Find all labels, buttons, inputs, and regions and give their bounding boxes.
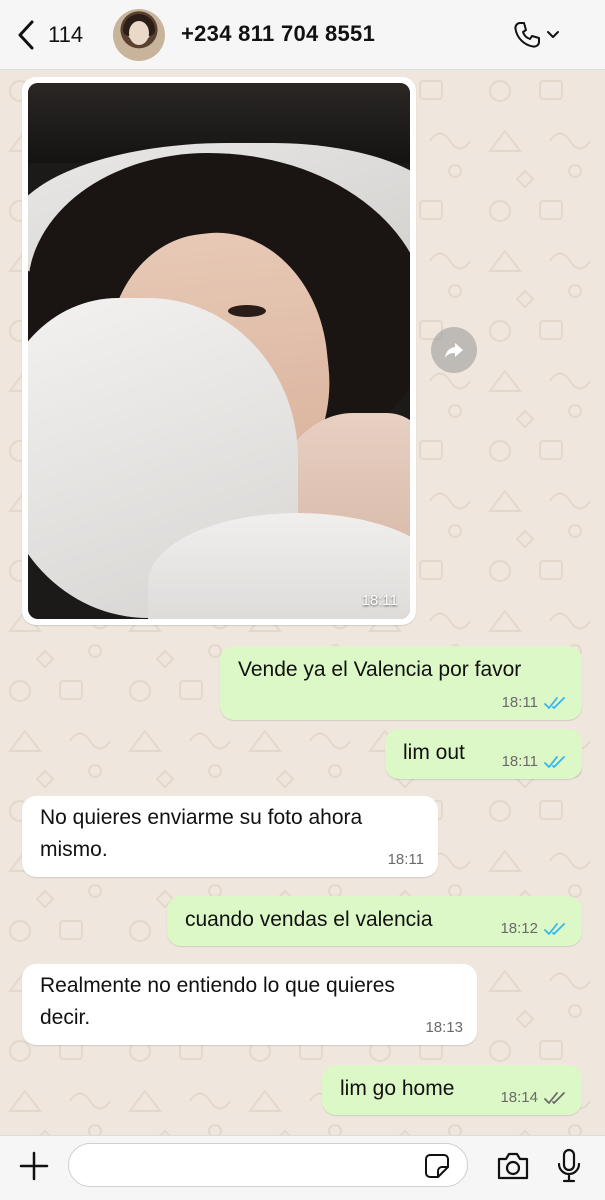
unread-count: 114 [48,22,84,47]
microphone-icon[interactable] [556,1148,582,1184]
camera-icon[interactable] [495,1150,531,1182]
incoming-message[interactable]: Realmente no entiendo lo que quieres dec… [22,964,477,1045]
composer-bar [0,1135,605,1200]
message-text: Realmente no entiendo lo que quieres [40,974,395,997]
back-button[interactable]: 114 [14,18,83,52]
message-time: 18:14 [500,1089,538,1106]
sticker-icon[interactable] [424,1153,450,1179]
message-text: decir. [40,1006,91,1029]
message-text: No quieres enviarme su foto ahora [40,806,363,829]
incoming-photo-message[interactable]: 18:11 [22,77,416,625]
chat-header: 114 +234 811 704 8551 [0,0,605,70]
delivered-ticks-icon [544,1092,565,1104]
message-text: lim go home [340,1077,455,1100]
message-time: 18:13 [425,1019,463,1036]
photo[interactable]: 18:11 [28,83,410,619]
plus-icon[interactable] [18,1150,50,1182]
outgoing-message[interactable]: lim go home 18:14 [322,1065,582,1115]
call-button[interactable] [512,20,560,50]
outgoing-message[interactable]: Vende ya el Valencia por favor 18:11 [220,646,582,720]
avatar[interactable] [113,9,165,61]
read-ticks-icon [544,697,565,709]
message-time: 18:11 [501,753,538,770]
message-time: 18:12 [500,920,538,937]
phone-icon [514,22,540,48]
outgoing-message[interactable]: cuando vendas el valencia 18:12 [167,896,582,946]
message-text: Vende ya el Valencia por favor [238,658,522,681]
forward-icon [445,343,463,358]
message-text: cuando vendas el valencia [185,908,433,931]
read-ticks-icon [544,756,565,768]
chevron-down-icon [547,31,559,38]
read-ticks-icon [544,923,565,935]
forward-button[interactable] [431,327,477,373]
message-text: mismo. [40,838,108,861]
chevron-left-icon [18,20,34,50]
contact-name[interactable]: +234 811 704 8551 [181,21,375,47]
message-time: 18:11 [387,851,424,868]
message-text: lim out [403,741,465,764]
outgoing-message[interactable]: lim out 18:11 [385,729,582,779]
message-time: 18:11 [501,694,538,711]
incoming-message[interactable]: No quieres enviarme su foto ahora mismo.… [22,796,438,877]
message-list[interactable]: 18:11 Vende ya el Valencia por favor 18:… [0,71,605,1135]
message-input[interactable] [68,1143,468,1187]
message-time: 18:11 [361,592,398,609]
